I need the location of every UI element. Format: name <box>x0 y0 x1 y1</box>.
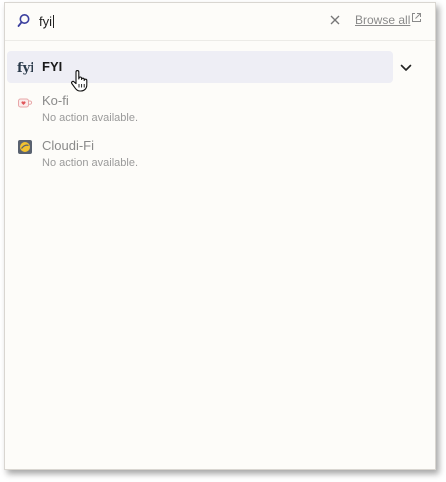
cloudifi-logo-icon <box>18 140 32 154</box>
result-subtitle: No action available. <box>42 112 139 124</box>
close-icon[interactable] <box>329 14 341 26</box>
search-bar: fyi Browse all <box>5 3 435 41</box>
search-panel: fyi Browse all fyi FYI Ko-fi No action a… <box>4 2 436 470</box>
kofi-cup-icon <box>18 98 33 108</box>
result-title: Ko-fi <box>42 93 69 108</box>
result-title: Cloudi-Fi <box>42 138 95 153</box>
search-icon <box>17 14 30 27</box>
result-item-kofi[interactable]: Ko-fi No action available. <box>7 91 393 127</box>
result-item-fyi[interactable]: fyi FYI <box>7 51 393 83</box>
fyi-logo-icon: fyi <box>17 61 33 75</box>
search-input-value: fyi <box>39 14 52 29</box>
search-input[interactable]: fyi <box>39 12 239 32</box>
chevron-down-icon[interactable] <box>400 64 412 72</box>
external-link-icon[interactable] <box>411 12 422 23</box>
hand-pointer-icon <box>71 70 88 92</box>
browse-all-link[interactable]: Browse all <box>355 13 410 27</box>
result-item-cloudifi[interactable]: Cloudi-Fi No action available. <box>7 136 393 172</box>
result-subtitle: No action available. <box>42 157 139 169</box>
svg-text:fyi: fyi <box>17 61 33 75</box>
result-title: FYI <box>42 59 63 74</box>
text-caret <box>53 15 54 28</box>
